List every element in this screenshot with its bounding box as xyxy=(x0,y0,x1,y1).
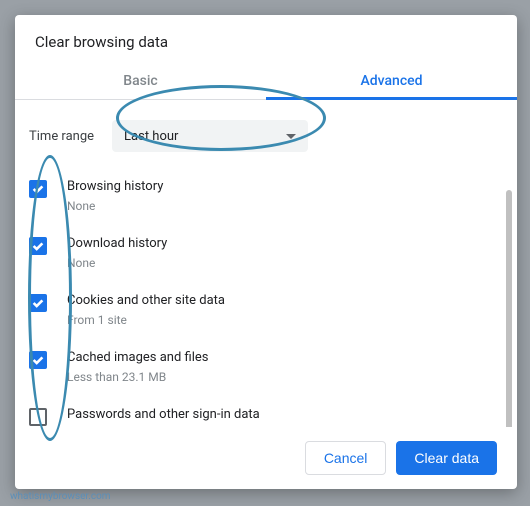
clear-data-button[interactable]: Clear data xyxy=(396,441,497,475)
dialog-title: Clear browsing data xyxy=(15,15,517,65)
tab-basic[interactable]: Basic xyxy=(15,65,266,99)
item-sub: From 1 site xyxy=(67,312,225,329)
item-passwords: Passwords and other sign-in data None xyxy=(29,396,497,427)
item-cached: Cached images and files Less than 23.1 M… xyxy=(29,339,497,396)
checkbox-download-history[interactable] xyxy=(29,237,47,255)
dialog-footer: Cancel Clear data xyxy=(15,427,517,489)
item-sub: None xyxy=(67,198,163,215)
time-range-value: Last hour xyxy=(124,129,178,144)
item-sub: None xyxy=(67,255,167,272)
item-label: Cookies and other site data xyxy=(67,292,225,310)
time-range-row: Time range Last hour xyxy=(15,100,517,168)
item-label: Cached images and files xyxy=(67,349,208,367)
item-text: Passwords and other sign-in data None xyxy=(67,406,260,427)
checkbox-passwords[interactable] xyxy=(29,408,47,426)
item-label: Passwords and other sign-in data xyxy=(67,406,260,424)
item-text: Cached images and files Less than 23.1 M… xyxy=(67,349,208,386)
item-label: Download history xyxy=(67,235,167,253)
watermark: whatismybrowser.com xyxy=(10,491,111,502)
cancel-button[interactable]: Cancel xyxy=(305,441,387,475)
item-cookies: Cookies and other site data From 1 site xyxy=(29,282,497,339)
item-browsing-history: Browsing history None xyxy=(29,168,497,225)
time-range-label: Time range xyxy=(29,129,94,144)
clear-browsing-data-dialog: Clear browsing data Basic Advanced Time … xyxy=(15,15,517,489)
item-text: Cookies and other site data From 1 site xyxy=(67,292,225,329)
time-range-select[interactable]: Last hour xyxy=(112,120,308,152)
scrollbar[interactable] xyxy=(506,190,512,427)
item-sub: Less than 23.1 MB xyxy=(67,369,208,386)
check-icon xyxy=(31,182,45,196)
options-list: Browsing history None Download history N… xyxy=(15,168,517,427)
tabs: Basic Advanced xyxy=(15,65,517,100)
item-text: Browsing history None xyxy=(67,178,163,215)
check-icon xyxy=(31,353,45,367)
item-download-history: Download history None xyxy=(29,225,497,282)
checkbox-cached[interactable] xyxy=(29,351,47,369)
check-icon xyxy=(31,296,45,310)
item-text: Download history None xyxy=(67,235,167,272)
checkbox-cookies[interactable] xyxy=(29,294,47,312)
dialog-content: Time range Last hour Browsing history No… xyxy=(15,100,517,427)
check-icon xyxy=(31,239,45,253)
tab-advanced[interactable]: Advanced xyxy=(266,65,517,99)
item-sub: None xyxy=(67,426,260,427)
checkbox-browsing-history[interactable] xyxy=(29,180,47,198)
item-label: Browsing history xyxy=(67,178,163,196)
